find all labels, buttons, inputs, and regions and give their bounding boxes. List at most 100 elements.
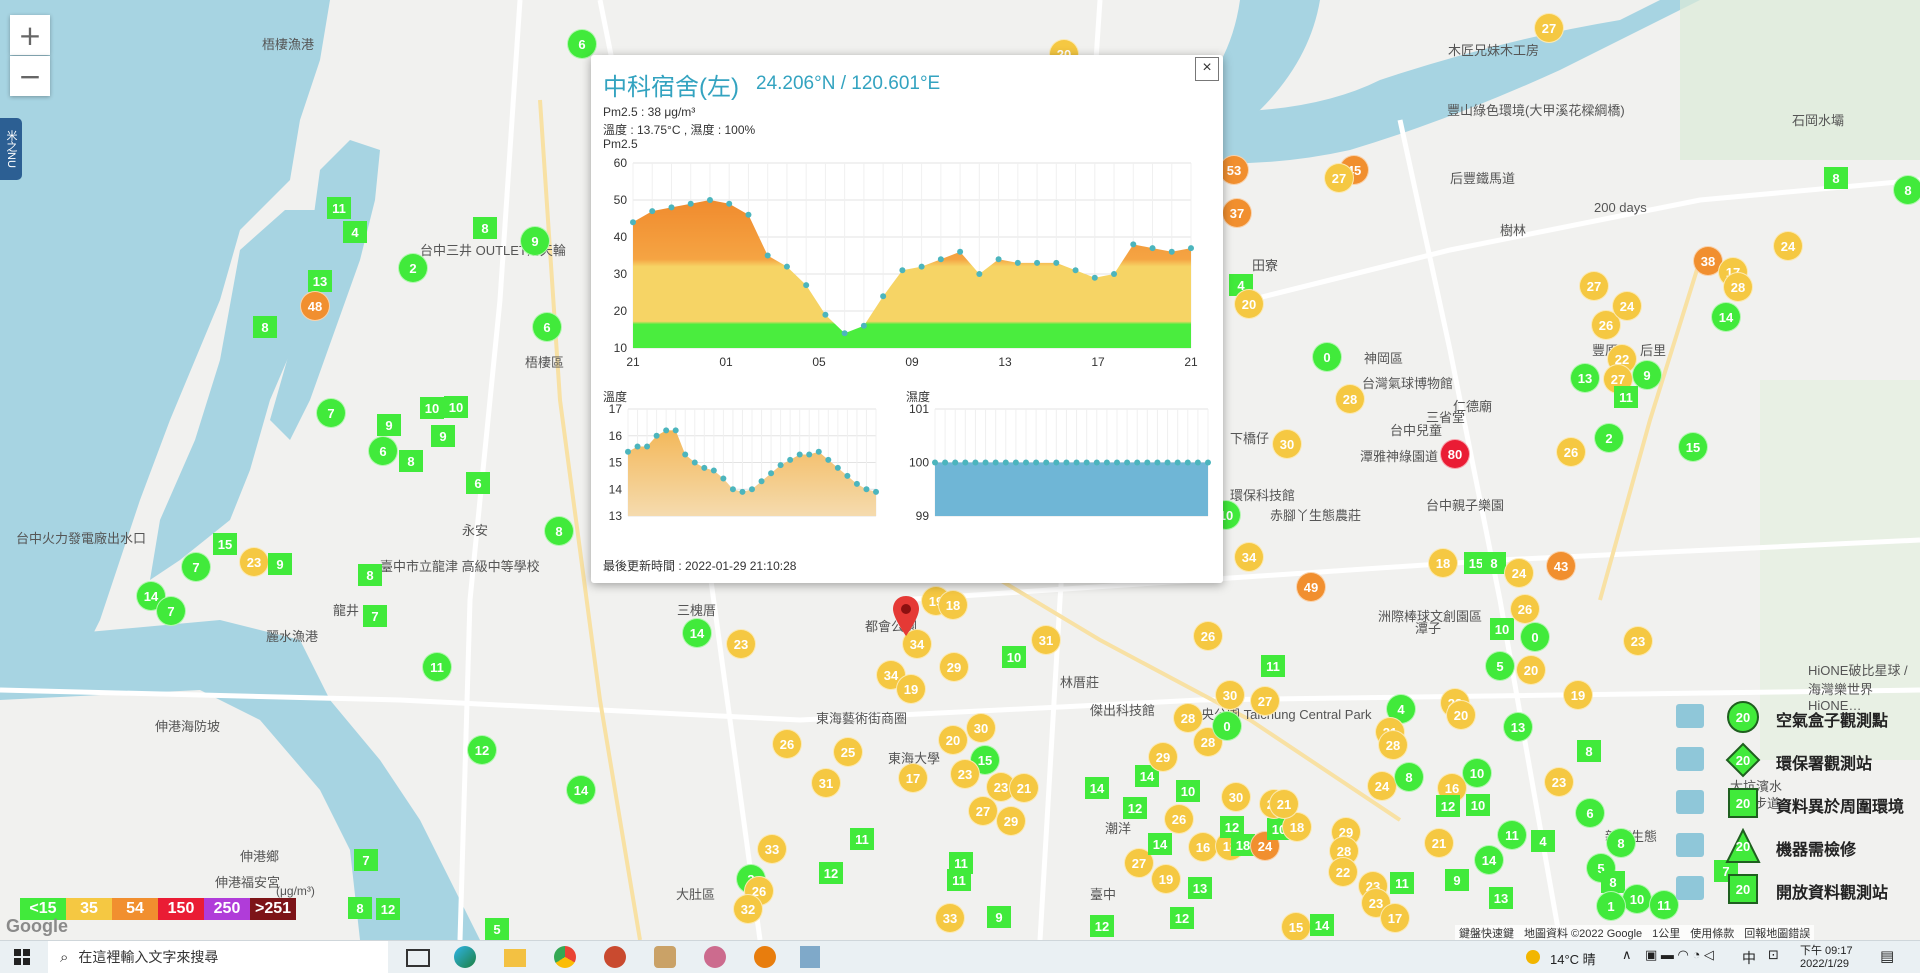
data-point[interactable] [745, 211, 752, 218]
data-point[interactable] [952, 459, 959, 466]
open-data-station-marker[interactable]: 9 [1445, 869, 1469, 891]
open-data-station-marker[interactable]: 6 [466, 472, 490, 494]
airbox-marker[interactable]: 2 [1594, 423, 1624, 453]
open-data-station-marker[interactable]: 12 [819, 862, 843, 884]
data-point[interactable] [749, 486, 755, 493]
data-point[interactable] [873, 488, 879, 495]
airbox-marker[interactable]: 29 [996, 806, 1026, 836]
edge-icon[interactable] [454, 946, 476, 968]
data-point[interactable] [668, 204, 675, 211]
airbox-marker[interactable]: 49 [1296, 572, 1326, 602]
data-point[interactable] [1134, 459, 1141, 466]
airbox-marker[interactable]: 23 [1544, 767, 1574, 797]
airbox-marker[interactable]: 26 [1556, 437, 1586, 467]
data-point[interactable] [634, 443, 641, 450]
data-point[interactable] [803, 282, 810, 289]
data-point[interactable] [1114, 459, 1120, 466]
airbox-marker[interactable]: 14 [682, 618, 712, 648]
open-data-station-marker[interactable]: 8 [253, 316, 277, 338]
airbox-marker[interactable]: 7 [156, 596, 186, 626]
data-point[interactable] [726, 200, 733, 207]
airbox-marker[interactable]: 27 [1324, 163, 1354, 193]
open-data-station-marker[interactable]: 4 [1531, 830, 1555, 852]
open-data-station-marker[interactable]: 14 [1148, 833, 1172, 855]
data-point[interactable] [687, 200, 694, 207]
data-point[interactable] [1053, 459, 1060, 466]
data-point[interactable] [787, 456, 794, 463]
airbox-marker[interactable]: 28 [1173, 703, 1203, 733]
data-point[interactable] [1154, 459, 1161, 466]
open-data-station-marker[interactable]: 11 [947, 869, 971, 891]
airbox-marker[interactable]: 17 [1380, 903, 1410, 933]
data-point[interactable] [815, 448, 822, 455]
open-data-station-marker[interactable]: 8 [473, 217, 497, 239]
airbox-marker[interactable]: 26 [1164, 804, 1194, 834]
open-data-station-marker[interactable]: 4 [343, 221, 367, 243]
data-point[interactable] [764, 252, 771, 259]
data-point[interactable] [1033, 459, 1040, 466]
airbox-marker[interactable]: 19 [896, 674, 926, 704]
open-data-station-marker[interactable]: 12 [1436, 795, 1460, 817]
data-point[interactable] [1144, 459, 1151, 466]
airbox-marker[interactable]: 48 [300, 291, 330, 321]
airbox-marker[interactable]: 8 [544, 516, 574, 546]
open-data-station-marker[interactable]: 8 [1601, 871, 1625, 893]
data-point[interactable] [691, 459, 698, 466]
open-data-station-marker[interactable]: 8 [358, 564, 382, 586]
data-point[interactable] [1130, 241, 1137, 248]
airbox-marker[interactable]: 8 [1893, 175, 1920, 205]
data-point[interactable] [1188, 245, 1194, 252]
airbox-marker[interactable]: 19 [1151, 864, 1181, 894]
airbox-marker[interactable]: 29 [939, 652, 969, 682]
airbox-marker[interactable]: 5 [1485, 651, 1515, 681]
data-point[interactable] [758, 478, 765, 485]
airbox-marker[interactable]: 23 [239, 547, 269, 577]
ime-indicator[interactable]: 中 [1742, 948, 1756, 968]
airbox-marker[interactable]: 13 [1503, 712, 1533, 742]
data-point[interactable] [860, 322, 867, 329]
data-point[interactable] [1093, 459, 1100, 466]
open-data-station-marker[interactable]: 11 [1261, 655, 1285, 677]
airbox-marker[interactable]: 28 [1335, 384, 1365, 414]
data-point[interactable] [1149, 245, 1156, 252]
data-point[interactable] [663, 427, 670, 434]
taskbar-search[interactable]: ⌕ 在這裡輸入文字來搜尋 [48, 941, 388, 973]
open-data-station-marker[interactable]: 12 [1220, 816, 1244, 838]
data-point[interactable] [853, 480, 860, 487]
airbox-marker[interactable]: 8 [1606, 828, 1636, 858]
open-data-station-marker[interactable]: 8 [1824, 167, 1848, 189]
weather-text[interactable]: 14°C 晴 [1550, 949, 1596, 968]
app-icon-2[interactable] [654, 946, 676, 968]
airbox-marker[interactable]: 20 [1234, 289, 1264, 319]
data-point[interactable] [957, 248, 964, 255]
data-point[interactable] [834, 464, 841, 471]
airbox-marker[interactable]: 0 [1212, 711, 1242, 741]
airbox-marker[interactable]: 16 [1188, 832, 1218, 862]
open-data-station-marker[interactable]: 10 [1176, 780, 1200, 802]
data-point[interactable] [806, 451, 813, 458]
blender-icon[interactable] [754, 946, 776, 968]
data-point[interactable] [644, 443, 651, 450]
open-data-station-marker[interactable]: 10 [420, 397, 444, 419]
clock-time[interactable]: 下午 09:17 [1800, 942, 1853, 958]
app-icon-4[interactable] [800, 946, 820, 968]
airbox-marker[interactable]: 0 [1312, 342, 1342, 372]
data-point[interactable] [992, 459, 999, 466]
selected-location-pin[interactable] [893, 596, 919, 636]
data-point[interactable] [672, 427, 679, 434]
open-data-station-marker[interactable]: 11 [1390, 872, 1414, 894]
data-point[interactable] [822, 311, 829, 318]
open-data-station-marker[interactable]: 8 [399, 450, 423, 472]
airbox-marker[interactable]: 28 [1723, 272, 1753, 302]
airbox-marker[interactable]: 12 [467, 735, 497, 765]
airbox-marker[interactable]: 24 [1367, 771, 1397, 801]
airbox-marker[interactable]: 21 [1009, 773, 1039, 803]
clock-date[interactable]: 2022/1/29 [1800, 958, 1849, 970]
airbox-marker[interactable]: 2 [398, 253, 428, 283]
airbox-marker[interactable]: 18 [938, 590, 968, 620]
airbox-marker[interactable]: 19 [1563, 680, 1593, 710]
airbox-marker[interactable]: 14 [1474, 845, 1504, 875]
data-point[interactable] [1164, 459, 1171, 466]
data-point[interactable] [976, 271, 983, 277]
airbox-marker[interactable]: 33 [935, 903, 965, 933]
